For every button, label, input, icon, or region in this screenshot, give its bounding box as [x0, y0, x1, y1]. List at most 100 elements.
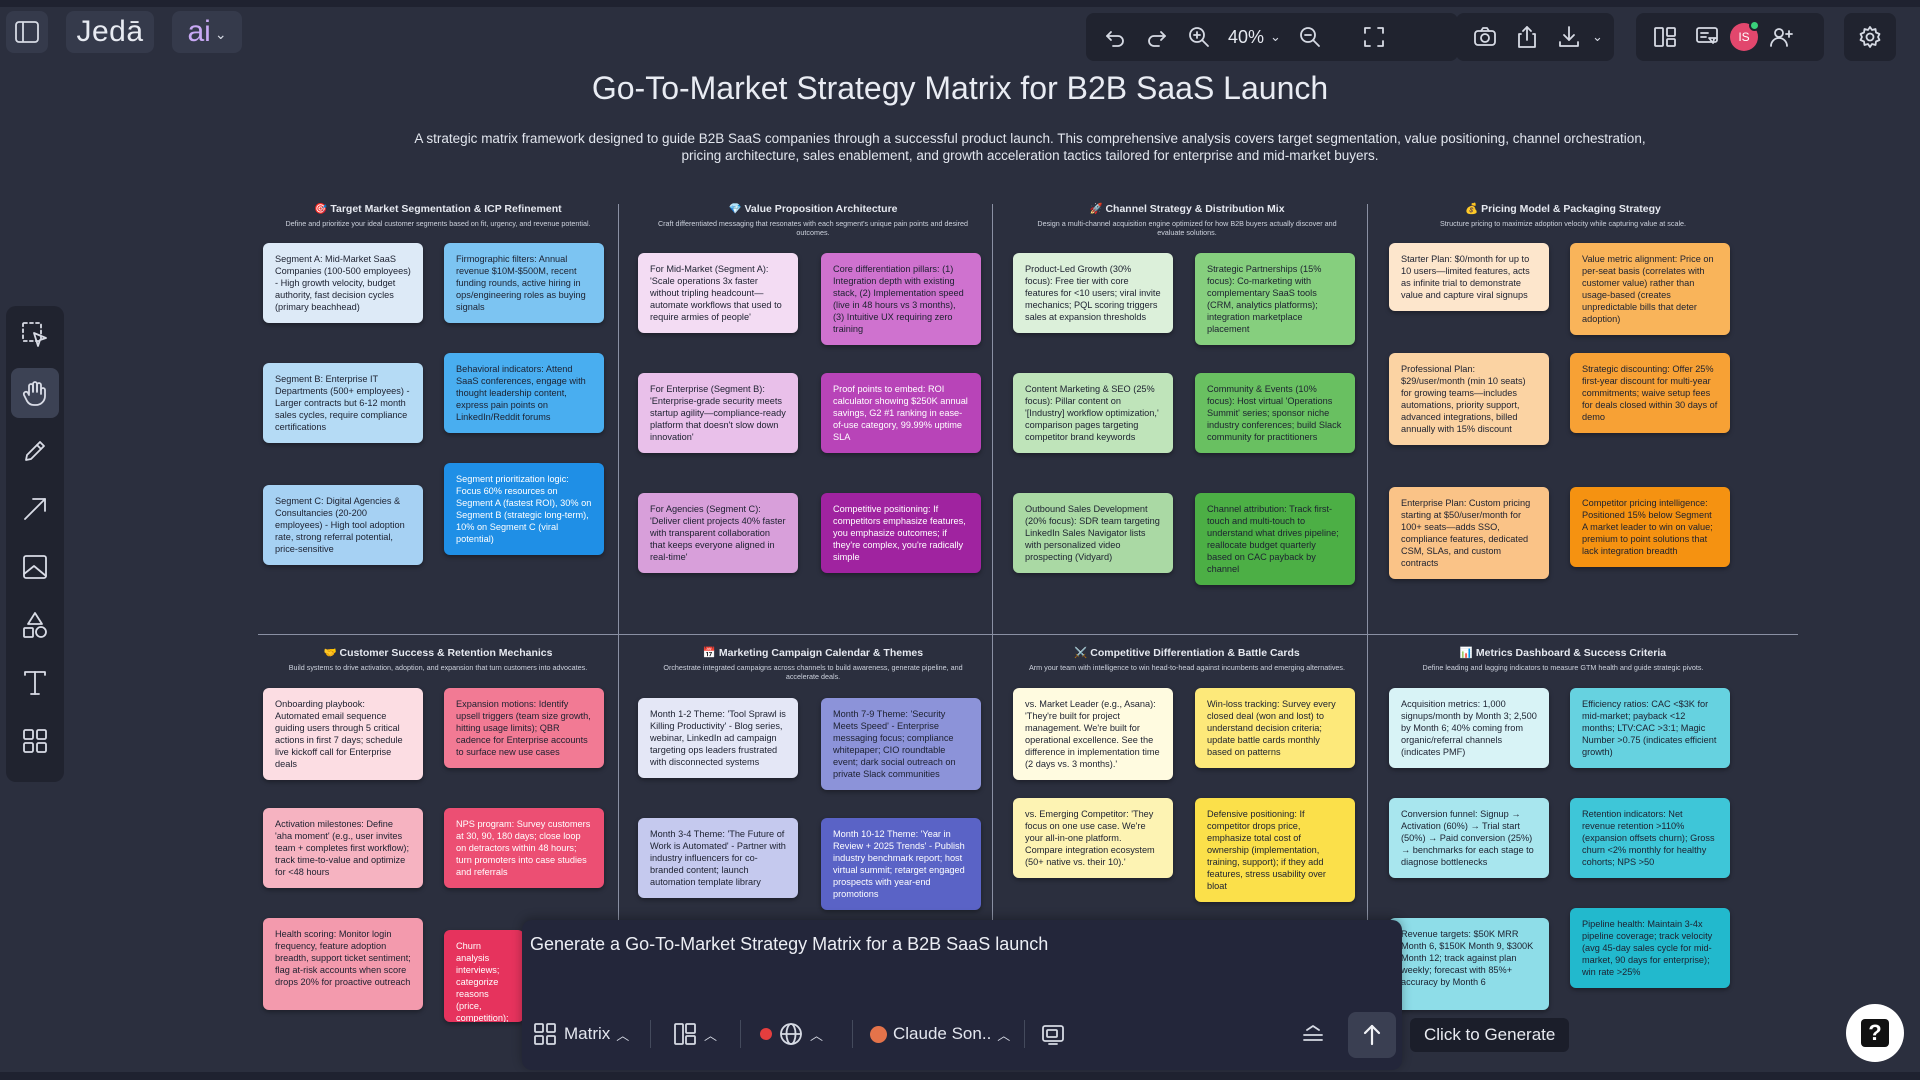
sticky-note[interactable]: Strategic Partnerships (15% focus): Co-m… [1195, 253, 1355, 345]
sticky-note[interactable]: Segment B: Enterprise IT Departments (50… [263, 363, 423, 443]
templates-tool[interactable] [11, 716, 59, 766]
ai-label: ai [187, 15, 211, 48]
sticky-note[interactable]: For Agencies (Segment C): 'Deliver clien… [638, 493, 798, 573]
avatar-initials: IS [1738, 30, 1750, 44]
sticky-note[interactable]: Onboarding playbook: Automated email seq… [263, 688, 423, 780]
sticky-note[interactable]: Segment C: Digital Agencies & Consultanc… [263, 485, 423, 565]
history-zoom-toolbar: 40% ⌄ [1086, 13, 1458, 61]
model-selector[interactable]: Claude Son.. ︿ [870, 1016, 1010, 1052]
screenshot-button[interactable] [1466, 18, 1504, 56]
sticky-note[interactable]: NPS program: Survey customers at 30, 90,… [444, 808, 604, 888]
sticky-note[interactable]: Retention indicators: Net revenue retent… [1570, 798, 1730, 878]
zoom-in-button[interactable] [1180, 18, 1218, 56]
settings-button[interactable] [1854, 18, 1886, 56]
collapse-prompt-button[interactable] [1300, 1016, 1326, 1052]
sticky-note[interactable]: For Enterprise (Segment B): 'Enterprise-… [638, 373, 798, 453]
layout-selector[interactable]: Matrix ︿ [532, 1016, 629, 1052]
sticky-note[interactable]: Acquisition metrics: 1,000 signups/month… [1389, 688, 1549, 768]
sticky-note[interactable]: Channel attribution: Track first-touch a… [1195, 493, 1355, 585]
arrow-tool[interactable] [11, 484, 59, 534]
image-icon [23, 555, 47, 579]
sticky-note[interactable]: Health scoring: Monitor login frequency,… [263, 918, 423, 1010]
zoom-out-icon [1300, 27, 1320, 47]
section-title: ⚔️ Competitive Differentiation & Battle … [1074, 647, 1300, 659]
sticky-note[interactable]: Strategic discounting: Offer 25% first-y… [1570, 353, 1730, 433]
section-subtitle: Craft differentiated messaging that reso… [657, 219, 969, 237]
camera-icon [1474, 27, 1496, 46]
sticky-note[interactable]: Month 10-12 Theme: 'Year in Review + 202… [821, 818, 981, 910]
sticky-note[interactable]: Firmographic filters: Annual revenue $10… [444, 243, 604, 323]
invite-user-button[interactable] [1762, 18, 1800, 56]
sticky-note[interactable]: Enterprise Plan: Custom pricing starting… [1389, 487, 1549, 579]
sticky-note[interactable]: Defensive positioning: If competitor dro… [1195, 798, 1355, 902]
redo-button[interactable] [1138, 18, 1176, 56]
sticky-note[interactable]: Professional Plan: $29/user/month (min 1… [1389, 353, 1549, 445]
sticky-note[interactable]: Core differentiation pillars: (1) Integr… [821, 253, 981, 345]
sticky-note[interactable]: Starter Plan: $0/month for up to 10 user… [1389, 243, 1549, 311]
section-title: 📅 Marketing Campaign Calendar & Themes [702, 647, 924, 659]
sticky-note[interactable]: Outbound Sales Development (20% focus): … [1013, 493, 1173, 573]
arrow-up-icon [1363, 1024, 1381, 1046]
sticky-note[interactable]: Month 1-2 Theme: 'Tool Sprawl is Killing… [638, 698, 798, 778]
sticky-note[interactable]: Segment A: Mid-Market SaaS Companies (10… [263, 243, 423, 323]
chevron-down-icon[interactable]: ⌄ [1592, 29, 1603, 45]
sticky-note[interactable]: Month 7-9 Theme: 'Security Meets Speed' … [821, 698, 981, 790]
present-button[interactable] [1688, 18, 1726, 56]
select-tool[interactable] [11, 310, 59, 360]
sticky-note[interactable]: Conversion funnel: Signup → Activation (… [1389, 798, 1549, 878]
web-search-toggle[interactable]: ︿ [760, 1016, 823, 1052]
chevron-down-icon: ⌄ [1270, 29, 1281, 44]
help-button[interactable]: ? [1846, 1004, 1904, 1062]
generate-button[interactable] [1348, 1012, 1396, 1058]
sticky-note[interactable]: Product-Led Growth (30% focus): Free tie… [1013, 253, 1173, 333]
sticky-note[interactable]: Expansion motions: Identify upsell trigg… [444, 688, 604, 768]
shapes-tool[interactable] [11, 600, 59, 650]
ai-menu-button[interactable]: ai ⌄ [172, 11, 242, 53]
prompt-input[interactable]: Generate a Go-To-Market Strategy Matrix … [530, 934, 1048, 955]
share-button[interactable] [1508, 18, 1546, 56]
sticky-note[interactable]: Competitive positioning: If competitors … [821, 493, 981, 573]
zoom-out-button[interactable] [1291, 18, 1329, 56]
sticky-note[interactable]: Value metric alignment: Price on per-sea… [1570, 243, 1730, 335]
redo-icon [1148, 31, 1166, 47]
sticky-note[interactable]: Revenue targets: $50K MRR Month 6, $150K… [1389, 918, 1549, 1010]
sticky-note[interactable]: Churn analysis interviews; categorize re… [444, 930, 524, 1022]
hand-tool[interactable] [11, 368, 59, 418]
sticky-note[interactable]: Activation milestones: Define 'aha momen… [263, 808, 423, 888]
sticky-note[interactable]: Efficiency ratios: CAC <$3K for mid-mark… [1570, 688, 1730, 768]
image-tool[interactable] [11, 542, 59, 592]
pencil-tool[interactable] [11, 426, 59, 476]
fit-screen-button[interactable] [1355, 18, 1393, 56]
sticky-note[interactable]: For Mid-Market (Segment A): 'Scale opera… [638, 253, 798, 333]
view-mode-selector[interactable]: ︿ [672, 1016, 717, 1052]
zoom-level: 40% [1228, 26, 1265, 47]
sticky-note[interactable]: Month 3-4 Theme: 'The Future of Work is … [638, 818, 798, 898]
sticky-note[interactable]: vs. Emerging Competitor: 'They focus on … [1013, 798, 1173, 878]
zoom-level-dropdown[interactable]: 40% ⌄ [1222, 27, 1287, 48]
grid-divider [992, 204, 993, 920]
sticky-note[interactable]: Content Marketing & SEO (25% focus): Pil… [1013, 373, 1173, 453]
sticky-note[interactable]: Proof points to embed: ROI calculator sh… [821, 373, 981, 453]
panel-toggle-button[interactable] [6, 11, 48, 53]
canvas-description: A strategic matrix framework designed to… [414, 131, 1646, 163]
grid-divider [258, 634, 1798, 635]
sticky-note[interactable]: Community & Events (10% focus): Host vir… [1195, 373, 1355, 453]
undo-button[interactable] [1096, 18, 1134, 56]
split-view-icon [1654, 27, 1676, 47]
user-avatar[interactable]: IS [1730, 20, 1760, 51]
text-tool[interactable] [11, 658, 59, 708]
brand-logo[interactable]: Jedā [66, 11, 154, 53]
section-subtitle: Arm your team with intelligence to win h… [1028, 663, 1346, 672]
attach-context-button[interactable] [1040, 1016, 1066, 1052]
sticky-note[interactable]: Segment prioritization logic: Focus 60% … [444, 463, 604, 555]
sticky-note[interactable]: vs. Market Leader (e.g., Asana): 'They'r… [1013, 688, 1173, 780]
sticky-note[interactable]: Pipeline health: Maintain 3-4x pipeline … [1570, 908, 1730, 988]
selection-cursor-icon [22, 322, 47, 347]
sticky-note[interactable]: Behavioral indicators: Attend SaaS confe… [444, 353, 604, 433]
download-button[interactable] [1550, 18, 1588, 56]
section-title: 💰 Pricing Model & Packaging Strategy [1465, 203, 1661, 215]
layout-view-button[interactable] [1646, 18, 1684, 56]
sticky-note[interactable]: Win-loss tracking: Survey every closed d… [1195, 688, 1355, 768]
divider [740, 1020, 741, 1048]
sticky-note[interactable]: Competitor pricing intelligence: Positio… [1570, 487, 1730, 567]
